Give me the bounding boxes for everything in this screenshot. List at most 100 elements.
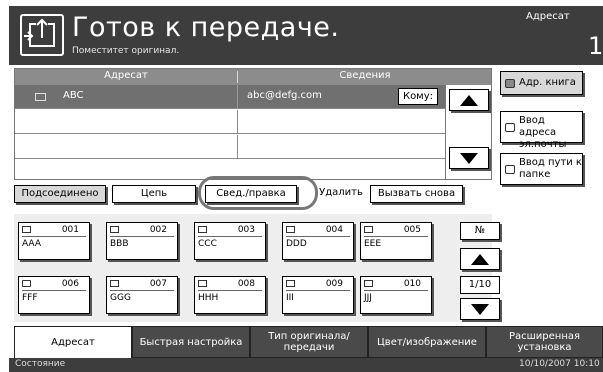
column-divider xyxy=(237,110,238,134)
folder-icon xyxy=(286,280,295,287)
tab-destination[interactable]: Адресат xyxy=(14,326,132,358)
key-number: 001 xyxy=(61,225,79,235)
tab-advanced-setup[interactable]: Расширенная установка xyxy=(486,326,603,358)
scroll-down-button[interactable] xyxy=(449,147,489,169)
page-subtitle: Поместитет оригинал. xyxy=(72,46,180,56)
recipient-type-badge[interactable]: Кому: xyxy=(398,88,438,105)
key-divider xyxy=(22,236,86,237)
key-name: AAA xyxy=(22,239,41,249)
table-row[interactable]: ABC abc@defg.com Кому: xyxy=(15,85,445,109)
tab-bar: Адресат Быстрая настройка Тип оригинала/… xyxy=(14,326,603,358)
email-entry-label: Ввод адреса эл.почты xyxy=(519,115,567,150)
key-name: CCC xyxy=(198,239,217,249)
one-touch-key[interactable]: 007 GGG xyxy=(106,276,178,314)
key-name: III xyxy=(286,293,294,303)
address-book-button[interactable]: Адр. книга xyxy=(500,71,583,95)
key-number: 010 xyxy=(403,279,421,289)
envelope-icon xyxy=(364,226,373,233)
page-indicator: 1/10 xyxy=(460,276,500,294)
key-name: HHH xyxy=(198,293,219,303)
envelope-icon xyxy=(505,123,515,132)
key-divider xyxy=(198,236,262,237)
destination-count-label: Адресат xyxy=(526,11,570,22)
table-row[interactable] xyxy=(15,110,445,134)
chain-button[interactable]: Цепь xyxy=(112,185,196,203)
key-name: EEE xyxy=(364,239,382,249)
one-touch-key[interactable]: 010 JJJ xyxy=(360,276,432,314)
key-number: 007 xyxy=(149,279,167,289)
key-divider xyxy=(286,290,350,291)
scroll-up-button[interactable] xyxy=(449,89,489,111)
one-touch-key[interactable]: 004 DDD xyxy=(282,222,354,260)
key-number: 003 xyxy=(237,225,255,235)
key-name: GGG xyxy=(110,293,131,303)
arrow-up-icon xyxy=(460,95,478,106)
row-name: ABC xyxy=(63,90,84,101)
key-name: FFF xyxy=(22,293,38,303)
key-number: 005 xyxy=(403,225,421,235)
one-touch-key[interactable]: 001 AAA xyxy=(18,222,90,260)
folder-entry-button[interactable]: Ввод пути к папке xyxy=(500,153,583,185)
status-datetime: 10/10/2007 10:10 xyxy=(519,359,600,369)
key-divider xyxy=(198,290,262,291)
one-touch-key[interactable]: 003 CCC xyxy=(194,222,266,260)
page-up-button[interactable] xyxy=(460,248,500,270)
envelope-icon xyxy=(22,226,31,233)
arrow-down-icon xyxy=(460,153,478,164)
column-divider xyxy=(237,135,238,159)
details-edit-button[interactable]: Свед./правка xyxy=(205,185,297,203)
arrow-down-icon xyxy=(471,304,489,315)
address-book-icon xyxy=(505,79,515,88)
folder-icon xyxy=(364,280,373,287)
key-number: 004 xyxy=(325,225,343,235)
one-touch-key[interactable]: 002 BBB xyxy=(106,222,178,260)
address-book-label: Адр. книга xyxy=(519,77,576,88)
folder-icon xyxy=(505,165,515,174)
one-touch-key-grid: 001 AAA 002 BBB 003 CCC 004 DDD 005 EEE … xyxy=(14,214,500,322)
key-divider xyxy=(364,236,428,237)
folder-icon xyxy=(110,280,119,287)
one-touch-key[interactable]: 005 EEE xyxy=(360,222,432,260)
key-number: 002 xyxy=(149,225,167,235)
key-divider xyxy=(110,236,174,237)
status-button[interactable]: Состояние xyxy=(15,359,65,369)
column-header-destination: Адресат xyxy=(104,70,148,81)
table-scrollbar xyxy=(445,85,491,179)
number-search-button[interactable]: № xyxy=(460,222,500,240)
column-divider xyxy=(237,71,238,83)
page-title: Готов к передаче. xyxy=(72,12,340,43)
key-number: 008 xyxy=(237,279,255,289)
key-name: JJJ xyxy=(364,293,372,303)
envelope-icon xyxy=(35,93,46,101)
connected-button[interactable]: Подсоединено xyxy=(14,185,106,203)
column-header-details: Сведения xyxy=(339,70,391,81)
envelope-icon xyxy=(198,226,207,233)
key-divider xyxy=(22,290,86,291)
folder-entry-label: Ввод пути к папке xyxy=(519,157,582,180)
tab-quick-setup[interactable]: Быстрая настройка xyxy=(132,326,250,358)
key-divider xyxy=(364,290,428,291)
destination-table: Адресат Сведения ABC abc@defg.com Кому: xyxy=(14,68,492,180)
table-row[interactable] xyxy=(15,135,445,159)
envelope-icon xyxy=(110,226,119,233)
key-name: BBB xyxy=(110,239,129,249)
key-name: DDD xyxy=(286,239,307,249)
column-divider xyxy=(237,85,238,109)
tab-color-image[interactable]: Цвет/изображение xyxy=(368,326,486,358)
status-bar: Состояние 10/10/2007 10:10 xyxy=(9,358,603,372)
email-entry-button[interactable]: Ввод адреса эл.почты xyxy=(500,111,583,150)
send-icon[interactable] xyxy=(20,14,64,56)
one-touch-key[interactable]: 009 III xyxy=(282,276,354,314)
key-divider xyxy=(286,236,350,237)
one-touch-key[interactable]: 006 FFF xyxy=(18,276,90,314)
destination-count: 1 xyxy=(588,32,603,60)
key-divider xyxy=(110,290,174,291)
row-details: abc@defg.com xyxy=(247,90,322,101)
table-header: Адресат Сведения xyxy=(15,69,491,85)
one-touch-key[interactable]: 008 HHH xyxy=(194,276,266,314)
page-down-button[interactable] xyxy=(460,298,500,320)
tab-original-send-type[interactable]: Тип оригинала/ передачи xyxy=(250,326,368,358)
delete-button[interactable]: Удалить xyxy=(318,185,364,203)
key-number: 006 xyxy=(61,279,79,289)
recall-button[interactable]: Вызвать снова xyxy=(370,185,463,203)
